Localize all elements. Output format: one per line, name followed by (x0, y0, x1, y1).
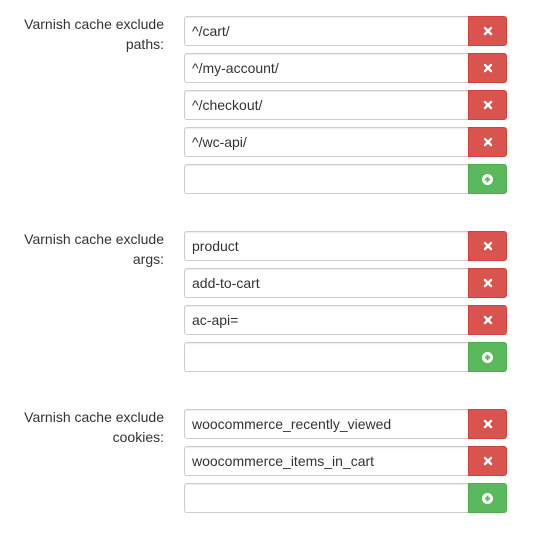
exclude-path-input[interactable] (184, 90, 468, 120)
exclude-arg-row (184, 231, 507, 261)
exclude-path-row (184, 16, 507, 46)
exclude-cookie-row (184, 446, 507, 476)
close-icon (483, 137, 492, 147)
remove-path-button[interactable] (468, 53, 507, 83)
add-cookie-button[interactable] (468, 483, 507, 513)
close-icon (483, 419, 492, 429)
remove-cookie-button[interactable] (468, 409, 507, 439)
plus-circle-icon (482, 492, 493, 504)
exclude-cookie-input[interactable] (184, 409, 468, 439)
close-icon (483, 241, 492, 251)
exclude-path-row (184, 90, 507, 120)
new-arg-row (184, 342, 507, 372)
close-icon (483, 456, 492, 466)
exclude-args-label-line1: Varnish cache exclude (24, 231, 164, 247)
close-icon (483, 100, 492, 110)
remove-arg-button[interactable] (468, 305, 507, 335)
new-cookie-row (184, 483, 507, 513)
new-cookie-input[interactable] (184, 483, 468, 513)
exclude-args-label-line2: args: (132, 251, 164, 267)
exclude-args-label: Varnish cache exclude args: (0, 229, 164, 269)
remove-cookie-button[interactable] (468, 446, 507, 476)
exclude-paths-label-line2: paths: (125, 36, 164, 52)
exclude-arg-input[interactable] (184, 268, 468, 298)
close-icon (483, 315, 492, 325)
exclude-path-input[interactable] (184, 53, 468, 83)
exclude-paths-label-line1: Varnish cache exclude (24, 16, 164, 32)
new-path-row (184, 164, 507, 194)
exclude-cookie-row (184, 409, 507, 439)
exclude-cookies-label-line1: Varnish cache exclude (24, 409, 164, 425)
close-icon (483, 278, 492, 288)
close-icon (483, 26, 492, 36)
remove-path-button[interactable] (468, 90, 507, 120)
exclude-paths-label: Varnish cache exclude paths: (0, 14, 164, 54)
exclude-arg-row (184, 305, 507, 335)
add-arg-button[interactable] (468, 342, 507, 372)
plus-circle-icon (482, 173, 493, 185)
exclude-arg-row (184, 268, 507, 298)
exclude-path-input[interactable] (184, 127, 468, 157)
remove-path-button[interactable] (468, 16, 507, 46)
exclude-path-row (184, 53, 507, 83)
exclude-arg-input[interactable] (184, 305, 468, 335)
exclude-path-input[interactable] (184, 16, 468, 46)
remove-arg-button[interactable] (468, 268, 507, 298)
close-icon (483, 63, 492, 73)
exclude-path-row (184, 127, 507, 157)
remove-arg-button[interactable] (468, 231, 507, 261)
exclude-cookies-label: Varnish cache exclude cookies: (0, 407, 164, 447)
add-path-button[interactable] (468, 164, 507, 194)
remove-path-button[interactable] (468, 127, 507, 157)
exclude-arg-input[interactable] (184, 231, 468, 261)
exclude-cookie-input[interactable] (184, 446, 468, 476)
new-arg-input[interactable] (184, 342, 468, 372)
exclude-cookies-label-line2: cookies: (112, 429, 164, 445)
new-path-input[interactable] (184, 164, 468, 194)
plus-circle-icon (482, 351, 493, 363)
